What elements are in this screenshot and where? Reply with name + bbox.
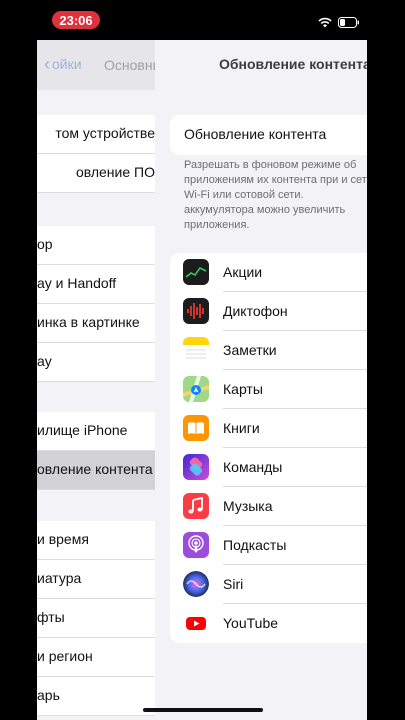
row-label: том устройстве xyxy=(55,125,155,141)
app-name: Музыка xyxy=(223,498,273,514)
status-time: 23:06 xyxy=(52,11,100,29)
battery-icon xyxy=(338,16,359,28)
left-panel-title: Основные xyxy=(104,57,155,73)
app-name: Подкасты xyxy=(223,537,287,553)
app-row-podcasts[interactable]: Подкасты xyxy=(170,526,367,565)
settings-row-about[interactable]: том устройстве xyxy=(37,115,155,154)
row-label: ay и Handoff xyxy=(37,275,117,291)
settings-row-dictionary[interactable]: арь xyxy=(37,677,155,716)
youtube-icon xyxy=(183,610,209,636)
stocks-icon xyxy=(183,259,209,285)
settings-row-keyboard[interactable]: иатура xyxy=(37,560,155,599)
app-row-voice-memos[interactable]: Диктофон xyxy=(170,292,367,331)
settings-row-software-update[interactable]: овление ПО xyxy=(37,154,155,193)
app-row-music[interactable]: Музыка xyxy=(170,487,367,526)
page-title: Обновление контента xyxy=(219,56,367,72)
app-name: Команды xyxy=(223,459,283,475)
back-button[interactable]: ‹ ойки xyxy=(44,55,82,73)
left-black-bar xyxy=(0,0,37,720)
row-label: илище iPhone xyxy=(37,422,128,438)
app-row-books[interactable]: Книги xyxy=(170,409,367,448)
settings-row-airdrop[interactable]: ор xyxy=(37,226,155,265)
settings-row-fonts[interactable]: фты xyxy=(37,599,155,638)
row-label: фты xyxy=(37,609,65,625)
wifi-icon xyxy=(318,17,332,27)
music-icon xyxy=(183,493,209,519)
chevron-left-icon: ‹ xyxy=(44,54,50,74)
app-row-siri[interactable]: Siri xyxy=(170,565,367,604)
siri-icon xyxy=(183,571,209,597)
app-row-stocks[interactable]: Акции xyxy=(170,253,367,292)
books-icon xyxy=(183,415,209,441)
home-indicator[interactable] xyxy=(143,708,263,712)
app-row-notes[interactable]: Заметки xyxy=(170,331,367,370)
settings-row-iphone-storage[interactable]: илище iPhone xyxy=(37,412,155,451)
row-label: и регион xyxy=(37,648,93,664)
background-refresh-footnote: Разрешать в фоновом режиме об приложения… xyxy=(184,159,367,231)
row-label: ор xyxy=(37,236,53,252)
shortcuts-icon xyxy=(183,454,209,480)
podcasts-icon xyxy=(183,532,209,558)
right-black-bar xyxy=(367,0,405,720)
settings-row-date-time[interactable]: и время xyxy=(37,521,155,560)
background-refresh-setting-row[interactable]: Обновление контента xyxy=(170,115,367,155)
row-label: иатура xyxy=(37,570,82,586)
background-refresh-screen: Обновление контента Обновление контента … xyxy=(155,40,367,720)
app-row-maps[interactable]: Карты xyxy=(170,370,367,409)
settings-row-airplay-handoff[interactable]: ay и Handoff xyxy=(37,265,155,304)
row-label: арь xyxy=(37,687,60,703)
background-refresh-setting-label: Обновление контента xyxy=(184,126,327,142)
app-name: YouTube xyxy=(223,615,279,631)
notes-icon xyxy=(183,337,209,363)
row-label: ay xyxy=(37,353,52,369)
app-name: Карты xyxy=(223,381,263,397)
row-label: инка в картинке xyxy=(37,314,140,330)
settings-row-carplay[interactable]: ay xyxy=(37,343,155,382)
previous-screen-panel: ‹ ойки Основные том устройстве овление П… xyxy=(37,40,155,720)
settings-row-picture-in-picture[interactable]: инка в картинке xyxy=(37,304,155,343)
row-label: овление контента xyxy=(37,461,153,477)
maps-icon xyxy=(183,376,209,402)
app-name: Заметки xyxy=(223,342,277,358)
app-name: Акции xyxy=(223,264,263,280)
app-row-youtube[interactable]: YouTube xyxy=(170,604,367,643)
status-icons xyxy=(318,14,360,30)
app-name: Диктофон xyxy=(223,303,288,319)
row-label: и время xyxy=(37,531,89,547)
settings-row-language-region[interactable]: и регион xyxy=(37,638,155,677)
voice-memos-icon xyxy=(183,298,209,324)
back-button-label: ойки xyxy=(52,56,82,72)
apps-list: Акции Диктофон Заметки Карты Книги Коман… xyxy=(170,253,367,643)
app-row-shortcuts[interactable]: Команды xyxy=(170,448,367,487)
row-label: овление ПО xyxy=(75,164,155,180)
settings-row-background-refresh[interactable]: овление контента xyxy=(37,451,155,490)
app-name: Siri xyxy=(223,576,244,592)
app-name: Книги xyxy=(223,420,260,436)
